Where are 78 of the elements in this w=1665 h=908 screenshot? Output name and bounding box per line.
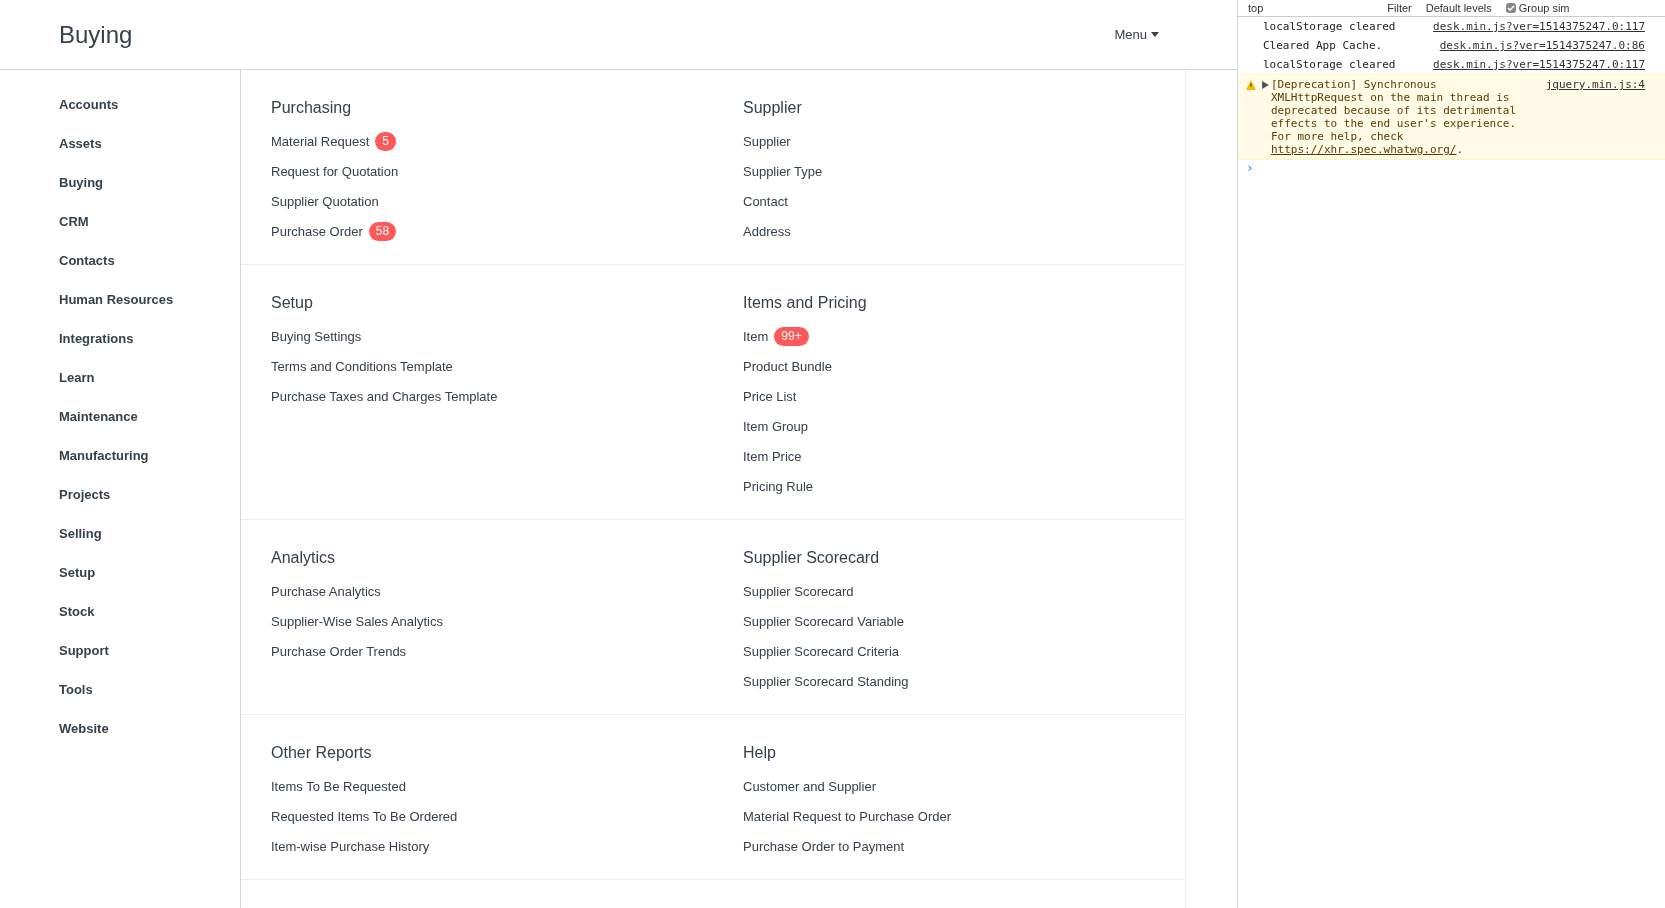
module-link[interactable]: Purchase Order Trends — [271, 643, 407, 659]
page-title: Buying — [59, 20, 133, 49]
source-link[interactable]: jquery.min.js:4 — [1545, 78, 1645, 91]
module-link[interactable]: Item-wise Purchase History — [271, 838, 430, 854]
section-title: Purchasing — [271, 98, 352, 118]
source-link[interactable]: desk.min.js?ver=1514375247.0:117 — [1433, 20, 1645, 33]
module-link[interactable]: Customer and Supplier — [743, 778, 876, 794]
source-link[interactable]: desk.min.js?ver=1514375247.0:86 — [1439, 39, 1645, 52]
module-link[interactable]: Price List — [743, 388, 797, 404]
section-title: Analytics — [271, 548, 336, 568]
sidebar-item[interactable]: Manufacturing — [59, 447, 240, 465]
module-link[interactable]: Purchase Order — [271, 223, 363, 239]
console-message: [Deprecation] Synchronous XMLHttpRequest on the main thread is deprecated because of its detrimental effects to the end user's experience. For more help, check https://xhr.spec.whatwg.org/. — [1271, 78, 1518, 156]
sidebar-item[interactable]: Selling — [59, 525, 240, 543]
sidebar-item[interactable]: Support — [59, 642, 240, 660]
sidebar-item[interactable]: Stock — [59, 603, 240, 621]
module-link[interactable]: Supplier Scorecard Criteria — [743, 643, 900, 659]
levels-dropdown[interactable]: Default levels — [1425, 1, 1492, 15]
module-link[interactable]: Item Price — [743, 448, 802, 464]
sidebar-item[interactable]: Accounts — [59, 96, 240, 114]
module-link[interactable]: Supplier Scorecard Variable — [743, 613, 904, 629]
sidebar-item[interactable]: Projects — [59, 486, 240, 504]
module-link[interactable]: Supplier Type — [743, 163, 823, 179]
sidebar-item[interactable]: Human Resources — [59, 291, 240, 309]
section-title: Supplier — [743, 98, 802, 118]
module-link[interactable]: Requested Items To Be Ordered — [271, 808, 458, 824]
section-title: Items and Pricing — [743, 293, 867, 313]
console-message: Cleared App Cache. — [1263, 39, 1383, 52]
module-link[interactable]: Supplier Scorecard Standing — [743, 673, 909, 689]
warning-icon — [1246, 80, 1256, 90]
expand-triangle-icon[interactable] — [1262, 81, 1269, 89]
module-link[interactable]: Item Group — [743, 418, 809, 434]
section-title: Other Reports — [271, 743, 372, 763]
checkbox[interactable] — [1505, 3, 1516, 13]
module-link[interactable]: Pricing Rule — [743, 478, 814, 494]
sidebar-item[interactable]: Integrations — [59, 330, 240, 348]
module-link[interactable]: Purchase Analytics — [271, 583, 381, 599]
sidebar-item[interactable]: Tools — [59, 681, 240, 699]
module-link[interactable]: Material Request to Purchase Order — [743, 808, 952, 824]
caret-icon — [1151, 32, 1159, 37]
sidebar-item[interactable]: Learn — [59, 369, 240, 387]
console-link[interactable]: https://xhr.spec.whatwg.org/ — [1271, 143, 1457, 156]
source-link[interactable]: desk.min.js?ver=1514375247.0:117 — [1433, 58, 1645, 71]
section-title: Help — [743, 743, 776, 763]
menu-button[interactable]: Menu — [1108, 26, 1165, 43]
filter-field[interactable]: Filter — [1387, 1, 1412, 15]
sidebar-item[interactable]: Assets — [59, 135, 240, 153]
console-prompt[interactable]: › — [1238, 158, 1262, 177]
module-link[interactable]: Terms and Conditions Template — [271, 358, 453, 374]
module-link[interactable]: Item — [743, 328, 769, 344]
sidebar-item[interactable]: CRM — [59, 213, 240, 231]
section-title: Setup — [271, 293, 313, 313]
section-title: Supplier Scorecard — [743, 548, 880, 568]
module-link[interactable]: Supplier — [743, 133, 791, 149]
module-link[interactable]: Purchase Taxes and Charges Template — [271, 388, 498, 404]
context-selector[interactable]: top — [1248, 1, 1264, 15]
module-link[interactable]: Supplier-Wise Sales Analytics — [271, 613, 443, 629]
module-link[interactable]: Contact — [743, 193, 788, 209]
module-link[interactable]: Purchase Order to Payment — [743, 838, 905, 854]
module-link[interactable]: Supplier Scorecard — [743, 583, 854, 599]
checkbox-label: Group sim — [1518, 1, 1570, 15]
module-link[interactable]: Buying Settings — [271, 328, 362, 344]
count-badge: 99+ — [774, 326, 809, 346]
module-link[interactable]: Product Bundle — [743, 358, 832, 374]
module-link[interactable]: Items To Be Requested — [271, 778, 406, 794]
sidebar-item[interactable]: Setup — [59, 564, 240, 582]
count-badge: 58 — [368, 221, 397, 241]
console-message: localStorage cleared — [1263, 20, 1396, 33]
module-link[interactable]: Supplier Quotation — [271, 193, 379, 209]
console-message: localStorage cleared — [1263, 58, 1396, 71]
sidebar-item[interactable]: Website — [59, 720, 240, 738]
module-link[interactable]: Address — [743, 223, 791, 239]
sidebar-item[interactable]: Contacts — [59, 252, 240, 270]
sidebar-item[interactable]: Buying — [59, 174, 240, 192]
module-link[interactable]: Request for Quotation — [271, 163, 399, 179]
sidebar-item[interactable]: Maintenance — [59, 408, 240, 426]
module-link[interactable]: Material Request — [271, 133, 370, 149]
count-badge: 5 — [375, 131, 396, 151]
